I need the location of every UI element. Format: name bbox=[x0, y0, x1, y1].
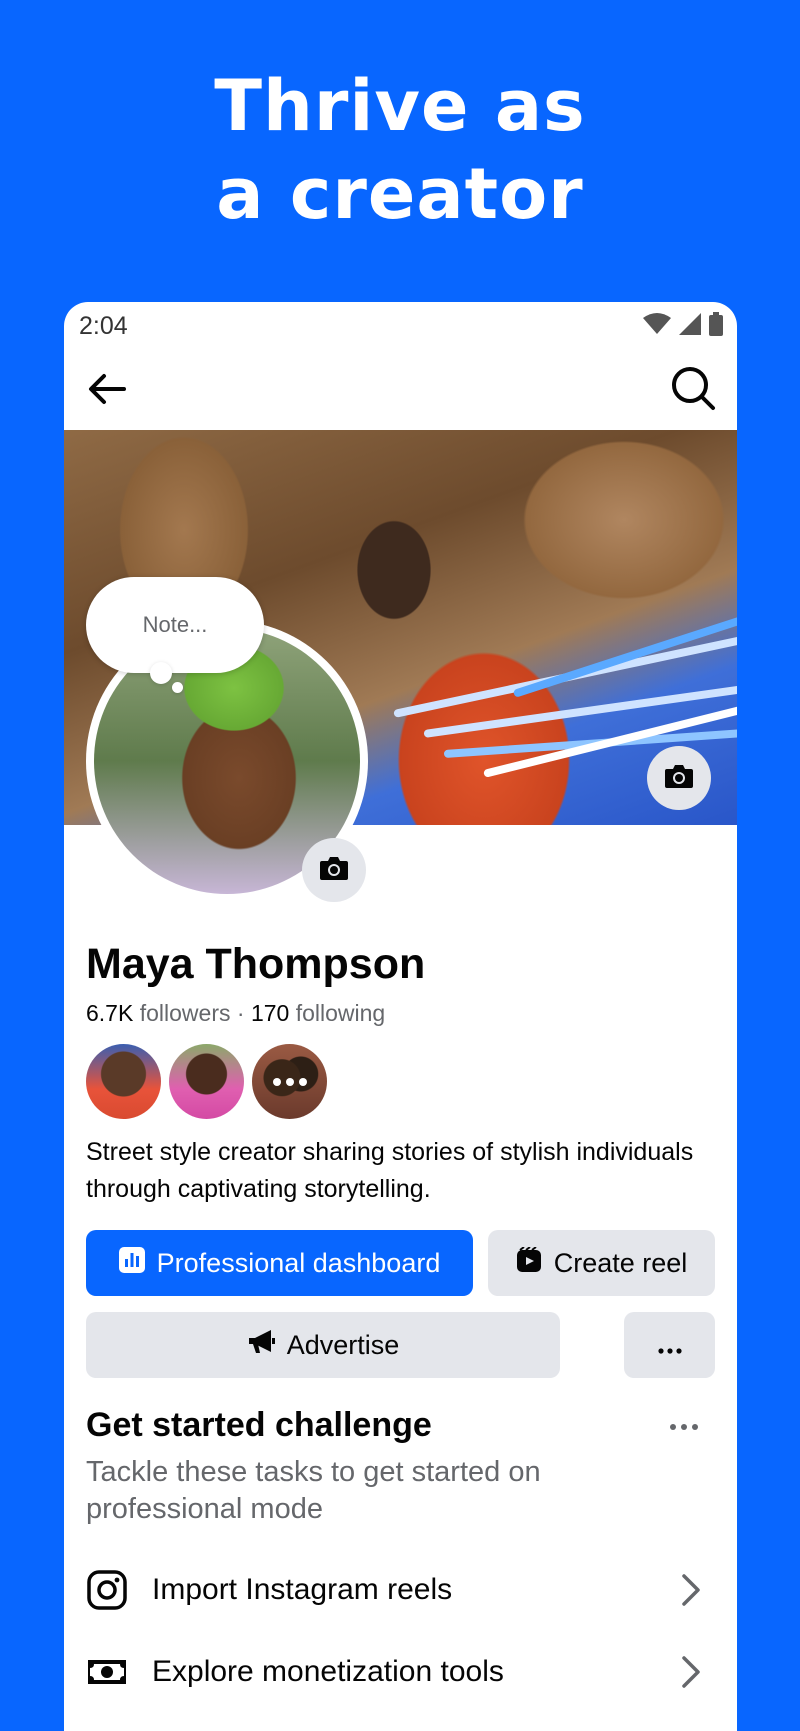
money-icon bbox=[86, 1651, 128, 1693]
dashboard-icon bbox=[118, 1246, 145, 1280]
stats-separator: · bbox=[236, 1000, 245, 1026]
status-icons bbox=[643, 312, 723, 341]
task-explore-monetization-tools[interactable]: Explore monetization tools bbox=[86, 1642, 706, 1702]
battery-icon bbox=[709, 312, 723, 341]
back-button[interactable] bbox=[84, 366, 130, 412]
hero-line-2: a creator bbox=[216, 153, 584, 235]
chevron-right-icon bbox=[676, 1652, 706, 1692]
cover-camera-button[interactable] bbox=[647, 746, 711, 810]
friend-avatars bbox=[86, 1044, 327, 1119]
note-bubble-tail-small bbox=[172, 682, 183, 693]
friend-avatar-more[interactable] bbox=[252, 1044, 327, 1119]
note-bubble-tail bbox=[150, 662, 172, 684]
create-reel-button[interactable]: Create reel bbox=[488, 1230, 715, 1296]
create-reel-label: Create reel bbox=[553, 1247, 688, 1278]
following-label[interactable]: following bbox=[296, 1000, 386, 1026]
task-label: Explore monetization tools bbox=[152, 1655, 504, 1688]
advertise-button[interactable]: Advertise bbox=[86, 1312, 560, 1378]
signal-icon bbox=[679, 313, 701, 340]
reel-icon bbox=[516, 1245, 542, 1280]
more-actions-button[interactable] bbox=[624, 1312, 715, 1378]
profile-name: Maya Thompson bbox=[86, 940, 426, 988]
status-time: 2:04 bbox=[79, 312, 128, 340]
task-import-instagram-reels[interactable]: Import Instagram reels bbox=[86, 1560, 706, 1620]
advertise-label: Advertise bbox=[286, 1329, 400, 1360]
note-bubble[interactable]: Note... bbox=[86, 577, 264, 673]
professional-dashboard-button[interactable]: Professional dashboard bbox=[86, 1230, 473, 1296]
friend-avatar[interactable] bbox=[86, 1044, 161, 1119]
instagram-icon bbox=[86, 1569, 128, 1611]
top-navbar bbox=[64, 346, 737, 430]
challenge-subtitle: Tackle these tasks to get started on pro… bbox=[86, 1456, 541, 1525]
camera-icon bbox=[319, 855, 349, 886]
arrow-left-icon bbox=[84, 374, 130, 416]
following-count[interactable]: 170 bbox=[251, 1000, 289, 1026]
task-label: Import Instagram reels bbox=[152, 1573, 453, 1606]
challenge-title: Get started challenge bbox=[86, 1406, 432, 1444]
wifi-icon bbox=[643, 313, 671, 340]
phone-screen: 2:04 Note... Maya Thompson 6.7K follower… bbox=[64, 302, 737, 1731]
hero-line-1: Thrive as bbox=[214, 65, 586, 147]
hero-heading: Thrive as a creator bbox=[0, 62, 800, 238]
search-button[interactable] bbox=[669, 364, 717, 412]
followers-label[interactable]: followers bbox=[140, 1000, 231, 1026]
more-icon bbox=[252, 1044, 327, 1119]
camera-icon bbox=[664, 763, 694, 794]
search-icon bbox=[669, 367, 717, 416]
follow-stats: 6.7K followers · 170 following bbox=[86, 1000, 385, 1027]
followers-count[interactable]: 6.7K bbox=[86, 1000, 133, 1026]
professional-dashboard-label: Professional dashboard bbox=[156, 1247, 441, 1278]
challenge-options-button[interactable] bbox=[664, 1412, 704, 1442]
megaphone-icon bbox=[247, 1329, 275, 1362]
more-icon bbox=[657, 1330, 682, 1361]
status-bar: 2:04 bbox=[64, 302, 737, 346]
profile-bio: Street style creator sharing stories of … bbox=[86, 1138, 694, 1203]
profile-camera-button[interactable] bbox=[302, 838, 366, 902]
chevron-right-icon bbox=[676, 1570, 706, 1610]
friend-avatar[interactable] bbox=[169, 1044, 244, 1119]
